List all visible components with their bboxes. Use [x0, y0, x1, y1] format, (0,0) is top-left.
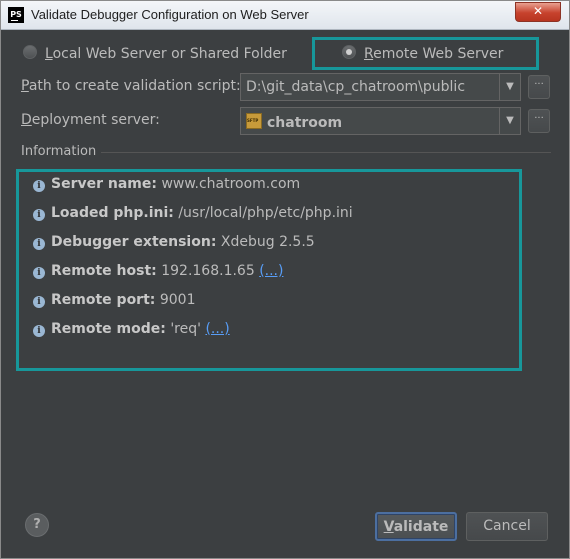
browse-deployment-button[interactable]: ···	[528, 109, 550, 133]
info-remote-host: i Remote host: 192.168.1.65 (...)	[33, 263, 283, 279]
chevron-down-icon[interactable]: ▼	[499, 74, 520, 100]
radio-remote-web-server[interactable]: Remote Web Server	[342, 45, 503, 62]
info-remote-mode: i Remote mode: 'req' (...)	[33, 321, 230, 337]
remote-host-details-link[interactable]: (...)	[259, 263, 283, 279]
radio-button-icon	[23, 45, 37, 59]
path-value: D:\git_data\cp_chatroom\public	[246, 79, 466, 95]
deployment-combobox[interactable]: chatroom ▼	[240, 107, 521, 135]
info-icon: i	[33, 267, 45, 279]
help-button[interactable]: ?	[25, 513, 49, 537]
info-icon: i	[33, 180, 45, 192]
phpstorm-app-icon: PS	[8, 7, 24, 23]
radio-local-label: Local Web Server or Shared Folder	[45, 46, 287, 62]
validate-button[interactable]: Validate	[375, 512, 457, 541]
browse-path-button[interactable]: ···	[528, 75, 550, 99]
info-icon: i	[33, 209, 45, 221]
dialog-window: PS Validate Debugger Configuration on We…	[0, 0, 570, 559]
radio-local-web-server[interactable]: Local Web Server or Shared Folder	[23, 45, 287, 62]
deployment-label: Deployment server:	[21, 112, 160, 128]
radio-remote-label: Remote Web Server	[364, 46, 504, 62]
title-bar[interactable]: PS Validate Debugger Configuration on We…	[1, 1, 569, 30]
path-combobox[interactable]: D:\git_data\cp_chatroom\public ▼	[240, 73, 521, 101]
chevron-down-icon[interactable]: ▼	[499, 108, 520, 134]
remote-mode-details-link[interactable]: (...)	[205, 321, 229, 337]
info-debugger-extension: i Debugger extension: Xdebug 2.5.5	[33, 234, 315, 250]
window-title: Validate Debugger Configuration on Web S…	[31, 7, 309, 22]
info-server-name: i Server name: www.chatroom.com	[33, 176, 300, 192]
information-separator	[101, 152, 551, 153]
info-icon: i	[33, 238, 45, 250]
sftp-server-icon	[246, 113, 262, 129]
deployment-value: chatroom	[246, 113, 342, 131]
info-icon: i	[33, 296, 45, 308]
path-label: Path to create validation script:	[21, 78, 241, 94]
cancel-button[interactable]: Cancel	[466, 512, 548, 541]
information-heading: Information	[21, 144, 97, 159]
info-loaded-php-ini: i Loaded php.ini: /usr/local/php/etc/php.…	[33, 205, 353, 221]
radio-button-selected-icon	[342, 45, 356, 59]
info-icon: i	[33, 325, 45, 337]
info-remote-port: i Remote port: 9001	[33, 292, 195, 308]
close-button[interactable]: ✕	[515, 2, 561, 22]
